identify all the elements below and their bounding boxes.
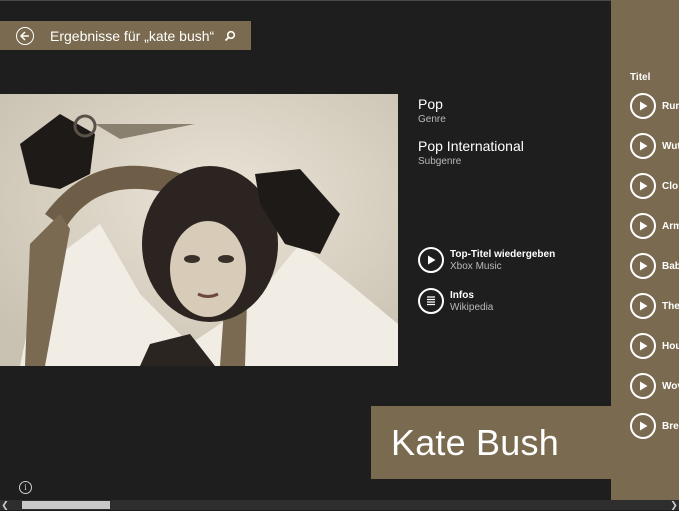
track-title: The bbox=[662, 300, 679, 312]
track-title: Arm bbox=[662, 220, 679, 232]
subgenre-label: Subgenre bbox=[418, 156, 462, 167]
scroll-right-arrow-icon[interactable]: ❯ bbox=[669, 500, 679, 510]
play-icon[interactable] bbox=[630, 133, 656, 159]
play-top-tracks-action[interactable]: Top-Titel wiedergeben Xbox Music bbox=[418, 247, 555, 273]
track-item[interactable]: Wov bbox=[630, 373, 679, 399]
search-results-header: Ergebnisse für „kate bush“ bbox=[0, 21, 251, 50]
play-top-tracks-label: Top-Titel wiedergeben bbox=[450, 248, 556, 260]
play-icon[interactable] bbox=[630, 373, 656, 399]
track-title: Clo bbox=[662, 180, 679, 192]
track-item[interactable]: The bbox=[630, 293, 679, 319]
play-icon[interactable] bbox=[630, 93, 656, 119]
horizontal-scrollbar[interactable]: ❮ ❯ bbox=[0, 500, 679, 510]
genre-value: Pop bbox=[418, 96, 443, 112]
info-icon[interactable]: i bbox=[19, 481, 32, 494]
track-item[interactable]: Hou bbox=[630, 333, 679, 359]
track-item[interactable]: Wut bbox=[630, 133, 679, 159]
play-icon[interactable] bbox=[630, 253, 656, 279]
subgenre-block: Pop International Subgenre bbox=[418, 138, 524, 167]
back-arrow-icon[interactable] bbox=[16, 26, 34, 45]
track-item[interactable]: Arm bbox=[630, 213, 679, 239]
play-top-tracks-source: Xbox Music bbox=[450, 260, 502, 272]
search-results-title: Ergebnisse für „kate bush“ bbox=[50, 27, 215, 44]
artist-name: Kate Bush bbox=[391, 421, 559, 463]
info-label: Infos bbox=[450, 289, 474, 301]
subgenre-value: Pop International bbox=[418, 138, 524, 154]
track-item[interactable]: Brea bbox=[630, 413, 679, 439]
play-icon[interactable] bbox=[630, 213, 656, 239]
scrollbar-thumb[interactable] bbox=[22, 501, 110, 509]
scroll-left-arrow-icon[interactable]: ❮ bbox=[0, 500, 10, 510]
info-action[interactable]: Infos Wikipedia bbox=[418, 288, 493, 314]
info-source: Wikipedia bbox=[450, 301, 494, 313]
search-icon[interactable] bbox=[224, 29, 238, 43]
tracks-heading: Titel bbox=[630, 72, 651, 83]
track-item[interactable]: Bab bbox=[630, 253, 679, 279]
genre-label: Genre bbox=[418, 114, 446, 125]
track-item[interactable]: Clo bbox=[630, 173, 678, 199]
track-title: Bab bbox=[662, 260, 679, 272]
play-icon[interactable] bbox=[630, 413, 656, 439]
play-icon[interactable] bbox=[630, 293, 656, 319]
artist-photo bbox=[0, 94, 398, 366]
track-title: Wut bbox=[662, 140, 679, 152]
play-icon[interactable] bbox=[630, 173, 656, 199]
track-title: Hou bbox=[662, 340, 679, 352]
play-icon[interactable] bbox=[630, 333, 656, 359]
play-icon[interactable] bbox=[418, 247, 444, 273]
track-title: Run bbox=[662, 100, 679, 112]
artist-name-banner: Kate Bush bbox=[371, 406, 611, 479]
top-border bbox=[0, 0, 679, 1]
tracks-panel: Titel Run Wut Clo Arm Bab The Hou Wov Brea bbox=[611, 0, 679, 500]
document-icon[interactable] bbox=[418, 288, 444, 314]
track-title: Wov bbox=[662, 380, 679, 392]
track-item[interactable]: Run bbox=[630, 93, 679, 119]
track-title: Brea bbox=[662, 420, 679, 432]
genre-block: Pop Genre bbox=[418, 96, 446, 125]
